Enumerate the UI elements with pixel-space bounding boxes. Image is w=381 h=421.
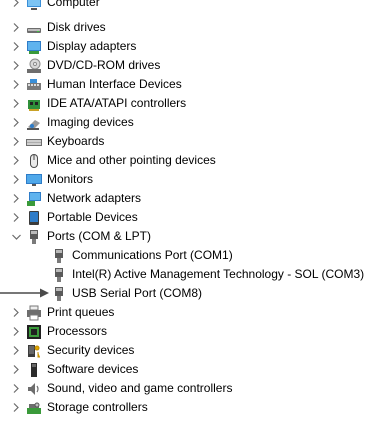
chevron-right-icon[interactable] xyxy=(11,0,21,12)
tree-item-software-devices[interactable]: Software devices xyxy=(11,360,138,379)
tree-item-display-adapters[interactable]: Display adapters xyxy=(11,37,136,56)
mouse-icon xyxy=(30,153,38,168)
chevron-right-icon[interactable] xyxy=(11,379,21,398)
processor-icon xyxy=(27,324,41,339)
tree-item-label: Portable Devices xyxy=(47,210,138,224)
security-device-icon xyxy=(28,344,40,357)
tree-item-label: Storage controllers xyxy=(47,400,148,414)
tree-item-ports-com-lpt[interactable]: Ports (COM & LPT) xyxy=(11,227,151,246)
portable-device-icon xyxy=(29,210,39,225)
tree-item-label: Print queues xyxy=(47,305,115,319)
tree-item-storage-controllers[interactable]: Storage controllers xyxy=(11,398,148,417)
printer-icon xyxy=(27,305,41,320)
tree-item-label: Security devices xyxy=(47,343,135,357)
display-adapter-icon xyxy=(27,40,41,54)
chevron-right-icon[interactable] xyxy=(11,303,21,322)
tree-item-sound-video-game-controllers[interactable]: Sound, video and game controllers xyxy=(11,379,232,398)
tree-item-communications-port-com1[interactable]: Communications Port (COM1) xyxy=(51,246,233,265)
chevron-right-icon[interactable] xyxy=(11,341,21,360)
tree-item-label: Computer xyxy=(47,0,100,9)
tree-item-processors[interactable]: Processors xyxy=(11,322,107,341)
port-icon xyxy=(55,267,63,282)
tree-item-label: IDE ATA/ATAPI controllers xyxy=(47,96,187,110)
chevron-right-icon[interactable] xyxy=(11,398,21,417)
tree-item-mice-and-other-pointing-devices[interactable]: Mice and other pointing devices xyxy=(11,151,216,170)
tree-item-label: Disk drives xyxy=(47,20,106,34)
storage-controller-icon xyxy=(27,402,41,414)
chevron-right-icon[interactable] xyxy=(11,75,21,94)
tree-item-imaging-devices[interactable]: Imaging devices xyxy=(11,113,134,132)
tree-item-disk-drives[interactable]: Disk drives xyxy=(11,18,106,37)
tree-item-print-queues[interactable]: Print queues xyxy=(11,303,114,322)
tree-item-computer[interactable]: Computer xyxy=(11,0,100,12)
tree-item-label: Sound, video and game controllers xyxy=(47,381,233,395)
tree-item-label: Intel(R) Active Management Technology - … xyxy=(72,267,365,281)
chevron-right-icon[interactable] xyxy=(11,113,21,132)
chevron-down-icon[interactable] xyxy=(11,227,21,246)
chevron-right-icon[interactable] xyxy=(11,56,21,75)
chevron-right-icon[interactable] xyxy=(11,18,21,37)
tree-item-monitors[interactable]: Monitors xyxy=(11,170,93,189)
tree-item-portable-devices[interactable]: Portable Devices xyxy=(11,208,138,227)
tree-item-dvd-cd-rom-drives[interactable]: DVD/CD-ROM drives xyxy=(11,56,160,75)
annotation-arrow-icon xyxy=(0,288,49,298)
tree-item-label: Ports (COM & LPT) xyxy=(47,229,152,243)
camera-icon xyxy=(27,119,40,130)
monitor-icon xyxy=(26,173,42,186)
chevron-right-icon[interactable] xyxy=(11,189,21,208)
tree-item-label: Network adapters xyxy=(47,191,142,205)
tree-item-network-adapters[interactable]: Network adapters xyxy=(11,189,141,208)
tree-item-label: Keyboards xyxy=(47,134,105,148)
chevron-right-icon[interactable] xyxy=(11,208,21,227)
chevron-right-icon[interactable] xyxy=(11,322,21,341)
ide-controller-icon xyxy=(28,99,40,111)
tree-item-label: Communications Port (COM1) xyxy=(72,248,233,262)
tree-item-label: Software devices xyxy=(47,362,139,376)
tree-item-label: Human Interface Devices xyxy=(47,77,182,91)
speaker-icon xyxy=(28,382,39,395)
port-icon xyxy=(55,248,63,263)
disk-drive-icon xyxy=(27,27,41,33)
chevron-right-icon[interactable] xyxy=(11,94,21,113)
chevron-right-icon[interactable] xyxy=(11,132,21,151)
tree-item-label: Monitors xyxy=(47,172,94,186)
tree-item-usb-serial-port-com8[interactable]: USB Serial Port (COM8) xyxy=(51,284,202,303)
chevron-right-icon[interactable] xyxy=(11,37,21,56)
tree-item-label: Display adapters xyxy=(47,39,137,53)
tree-item-label: DVD/CD-ROM drives xyxy=(47,58,161,72)
chevron-right-icon[interactable] xyxy=(11,151,21,170)
dvd-drive-icon xyxy=(27,58,41,73)
tree-item-label: Processors xyxy=(47,324,108,338)
chevron-right-icon[interactable] xyxy=(11,170,21,189)
port-icon xyxy=(55,286,63,301)
tree-item-label: Imaging devices xyxy=(47,115,134,129)
tree-item-label: Mice and other pointing devices xyxy=(47,153,216,167)
software-device-icon xyxy=(31,362,37,377)
tree-item-security-devices[interactable]: Security devices xyxy=(11,341,134,360)
tree-item-keyboards[interactable]: Keyboards xyxy=(11,132,104,151)
tree-item-intel-amt-sol-com3[interactable]: Intel(R) Active Management Technology - … xyxy=(51,265,364,284)
tree-item-label: USB Serial Port (COM8) xyxy=(72,286,203,300)
network-adapter-icon xyxy=(27,191,41,206)
chevron-right-icon[interactable] xyxy=(11,360,21,379)
tree-item-human-interface-devices[interactable]: Human Interface Devices xyxy=(11,75,182,94)
computer-icon xyxy=(27,0,41,10)
hid-icon xyxy=(27,78,41,90)
keyboard-icon xyxy=(26,138,42,146)
port-icon xyxy=(30,229,38,244)
tree-item-ide-ata-atapi-controllers[interactable]: IDE ATA/ATAPI controllers xyxy=(11,94,186,113)
